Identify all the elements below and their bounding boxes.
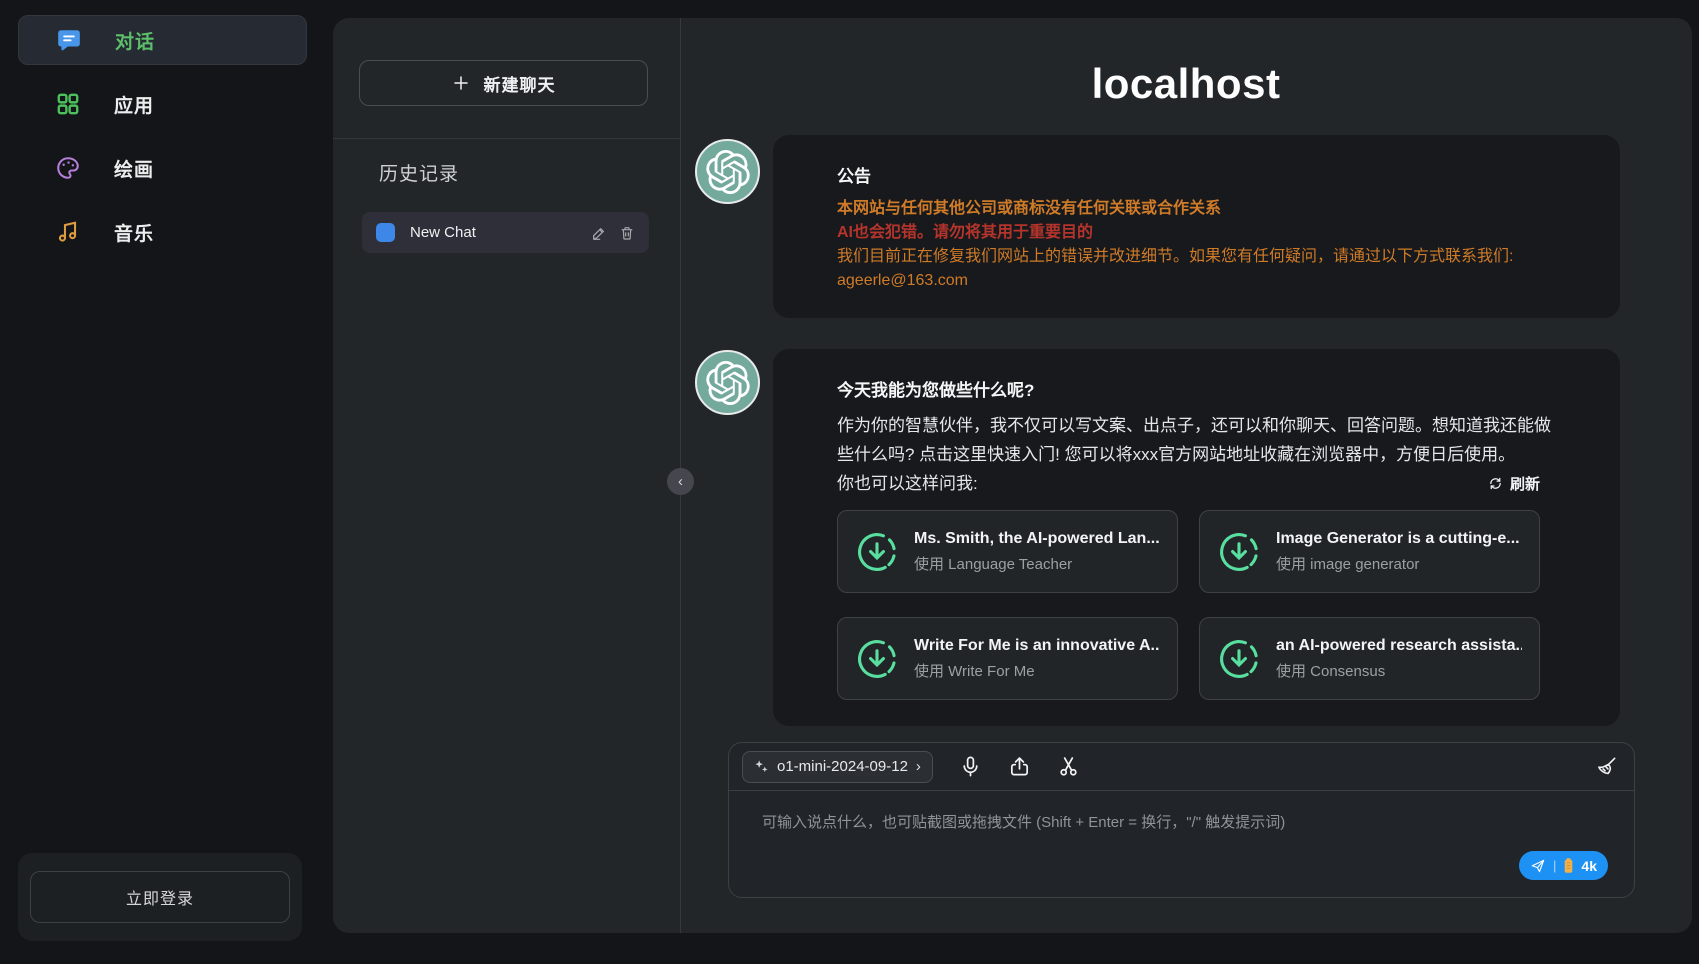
chat-bubble-icon [56, 27, 82, 53]
chat-list-column: 新建聊天 历史记录 New Chat [333, 18, 680, 933]
suggestion-subtitle: 使用 Consensus [1276, 660, 1522, 681]
chat-color-swatch-icon [376, 223, 395, 242]
chatgpt-logo-icon [706, 361, 750, 405]
sidebar-item-label: 音乐 [114, 219, 154, 246]
announcement-message: 公告 本网站与任何其他公司或商标没有任何关联或合作关系 AI也会犯错。请勿将其用… [773, 135, 1620, 318]
login-button[interactable]: 立即登录 [30, 871, 290, 923]
download-circle-icon [855, 530, 899, 574]
clear-context-button[interactable] [1595, 755, 1618, 778]
page-title: localhost [680, 60, 1692, 108]
suggestion-title: Image Generator is a cutting-e... [1276, 530, 1520, 548]
mic-button[interactable] [959, 755, 982, 778]
message-input[interactable] [729, 791, 1634, 861]
suggestion-card[interactable]: Image Generator is a cutting-e... 使用 ima… [1199, 510, 1540, 593]
sidebar-item-chat[interactable]: 对话 [18, 15, 307, 65]
refresh-icon [1488, 476, 1503, 491]
greeting-message: 今天我能为您做些什么呢? 作为你的智慧伙伴，我不仅可以写文案、出点子，还可以和你… [773, 349, 1620, 726]
new-chat-button[interactable]: 新建聊天 [359, 60, 648, 106]
suggestion-subtitle: 使用 Write For Me [914, 660, 1160, 681]
announcement-line-3: 我们目前正在修复我们网站上的错误并改进细节。如果您有任何疑问，请通过以下方式联系… [837, 245, 1556, 269]
sidebar: 对话 应用 绘画 音乐 立即登录 [0, 0, 333, 964]
suggestion-title: Ms. Smith, the AI-powered Lan... [914, 530, 1160, 548]
scissors-icon [1057, 755, 1080, 778]
download-circle-icon [1217, 530, 1261, 574]
chat-area: localhost 公告 本网站与任何其他公司或商标没有任何关联或合作关系 AI… [680, 18, 1692, 933]
chat-item-actions [591, 225, 635, 241]
collapse-sidebar-button[interactable]: ‹ [667, 468, 694, 495]
download-circle-icon [1217, 637, 1261, 681]
delete-icon[interactable] [619, 225, 635, 241]
ask-row: 你也可以这样问我: 刷新 [837, 469, 1540, 498]
main-panel: 新建聊天 历史记录 New Chat ‹ localhost [333, 18, 1692, 933]
music-note-icon [55, 219, 81, 245]
suggestion-card[interactable]: an AI-powered research assista... 使用 Con… [1199, 617, 1540, 700]
login-card: 立即登录 [18, 853, 302, 941]
send-icon [1530, 858, 1546, 874]
mic-icon [959, 755, 982, 778]
sidebar-item-drawing[interactable]: 绘画 [18, 143, 307, 193]
sidebar-item-label: 对话 [115, 27, 155, 54]
edit-icon[interactable] [591, 225, 607, 241]
suggestion-subtitle: 使用 image generator [1276, 553, 1520, 574]
announcement-line-1: 本网站与任何其他公司或商标没有任何关联或合作关系 [837, 197, 1556, 221]
broom-icon [1595, 755, 1618, 778]
suggestion-card[interactable]: Ms. Smith, the AI-powered Lan... 使用 Lang… [837, 510, 1178, 593]
suggestion-title: an AI-powered research assista... [1276, 637, 1522, 655]
new-chat-label: 新建聊天 [484, 71, 556, 96]
sidebar-item-label: 绘画 [114, 155, 154, 182]
suggestion-subtitle: 使用 Language Teacher [914, 553, 1160, 574]
ask-line: 你也可以这样问我: [837, 469, 978, 498]
sidebar-item-label: 应用 [114, 91, 154, 118]
refresh-suggestions-button[interactable]: 刷新 [1488, 473, 1540, 494]
divider [333, 138, 680, 139]
chatgpt-logo-icon [706, 150, 750, 194]
sparkles-icon [754, 759, 769, 774]
refresh-label: 刷新 [1510, 473, 1540, 494]
model-name: o1-mini-2024-09-12 [777, 758, 908, 775]
app: 对话 应用 绘画 音乐 立即登录 [0, 0, 1699, 964]
sidebar-item-apps[interactable]: 应用 [18, 79, 307, 129]
composer: o1-mini-2024-09-12 › [728, 742, 1635, 898]
apps-grid-icon [55, 91, 81, 117]
contact-email-link[interactable]: ageerle@163.com [837, 269, 1556, 293]
palette-icon [55, 155, 81, 181]
assistant-avatar [695, 350, 760, 415]
upload-icon [1008, 755, 1031, 778]
greeting-title: 今天我能为您做些什么呢? [837, 376, 1556, 401]
download-circle-icon [855, 637, 899, 681]
chevron-right-icon: › [916, 758, 921, 775]
suggestion-grid: Ms. Smith, the AI-powered Lan... 使用 Lang… [837, 510, 1540, 700]
announcement-line-2: AI也会犯错。请勿将其用于重要目的 [837, 221, 1556, 245]
model-selector[interactable]: o1-mini-2024-09-12 › [742, 751, 933, 783]
send-button[interactable]: | 4k [1519, 851, 1608, 880]
chat-item-title: New Chat [410, 224, 576, 241]
history-title: 历史记录 [379, 159, 459, 186]
token-count: 4k [1581, 858, 1597, 874]
upload-button[interactable] [1008, 755, 1031, 778]
announcement-title: 公告 [837, 162, 1556, 187]
chevron-left-icon: ‹ [678, 469, 683, 494]
suggestion-card[interactable]: Write For Me is an innovative A... 使用 Wr… [837, 617, 1178, 700]
sidebar-item-music[interactable]: 音乐 [18, 207, 307, 257]
plus-icon [452, 74, 470, 92]
separator: | [1553, 858, 1556, 873]
token-icon [1563, 857, 1574, 874]
chat-history-item[interactable]: New Chat [362, 212, 649, 253]
clip-button[interactable] [1057, 755, 1080, 778]
greeting-body: 作为你的智慧伙伴，我不仅可以写文案、出点子，还可以和你聊天、回答问题。想知道我还… [837, 411, 1556, 469]
composer-toolbar: o1-mini-2024-09-12 › [729, 743, 1634, 791]
suggestion-title: Write For Me is an innovative A... [914, 637, 1160, 655]
assistant-avatar [695, 139, 760, 204]
